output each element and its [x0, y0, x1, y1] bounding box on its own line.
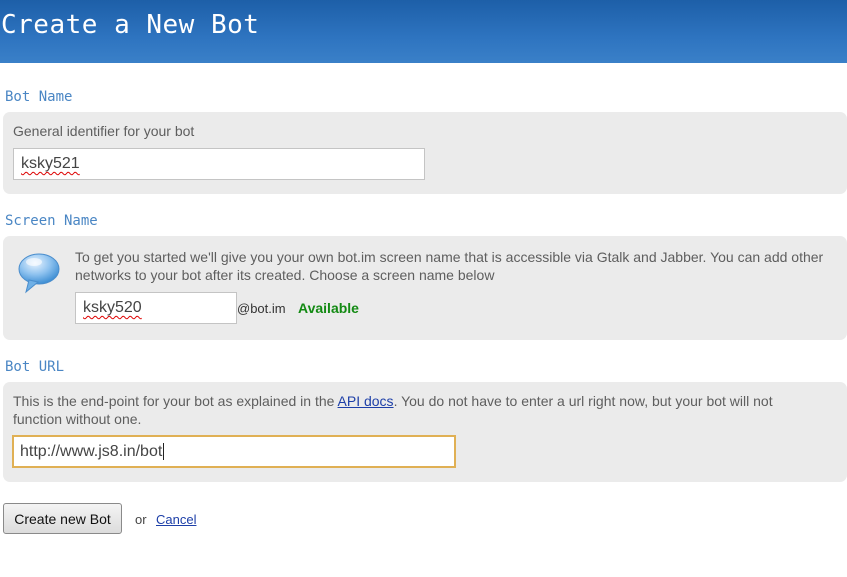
or-separator: or: [135, 512, 147, 527]
screen-name-domain-suffix: @bot.im: [237, 301, 286, 316]
cancel-link[interactable]: Cancel: [156, 512, 196, 527]
bot-url-input[interactable]: http://www.js8.in/bot: [12, 435, 456, 468]
bot-url-help-before: This is the end-point for your bot as ex…: [13, 393, 338, 409]
availability-status: Available: [298, 300, 359, 316]
bot-name-help: General identifier for your bot: [13, 123, 195, 139]
page-header: Create a New Bot: [0, 0, 847, 63]
page-title: Create a New Bot: [1, 10, 260, 40]
screen-name-heading: Screen Name: [5, 213, 98, 229]
bot-url-value: http://www.js8.in/bot: [20, 442, 163, 460]
screen-name-value: ksky520: [83, 299, 142, 316]
speech-bubble-icon: [17, 252, 61, 294]
screen-name-panel: To get you started we'll give you your o…: [3, 236, 847, 340]
create-bot-button[interactable]: Create new Bot: [3, 503, 122, 534]
bot-name-input[interactable]: ksky521: [13, 148, 425, 180]
screen-name-input[interactable]: ksky520: [75, 292, 237, 324]
bot-name-heading: Bot Name: [5, 89, 73, 105]
bot-url-help: This is the end-point for your bot as ex…: [13, 392, 813, 428]
bot-name-value: ksky521: [21, 155, 80, 172]
screen-name-help: To get you started we'll give you your o…: [75, 249, 824, 283]
text-caret: [163, 443, 165, 460]
bot-name-panel: General identifier for your bot ksky521: [3, 112, 847, 194]
bot-url-panel: This is the end-point for your bot as ex…: [3, 382, 847, 482]
bot-url-heading: Bot URL: [5, 359, 65, 375]
api-docs-link[interactable]: API docs: [338, 393, 394, 409]
